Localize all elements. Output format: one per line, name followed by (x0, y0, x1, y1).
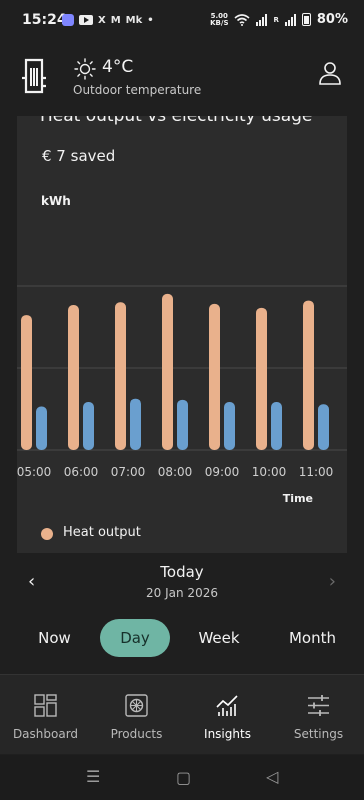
bar-series-1-10:00[interactable] (271, 402, 282, 450)
nav-label-dashboard: Dashboard (12, 727, 79, 741)
x-tick-label: 07:00 (110, 465, 146, 479)
more-notifications-dot: • (147, 14, 154, 26)
savings-text: € 7 saved (42, 147, 116, 165)
battery-icon (301, 13, 311, 26)
x-axis-label: Time (282, 492, 313, 505)
bottom-navigation: Dashboard Products Insights Settings (0, 674, 364, 754)
network-speed: 5.00 KB/S (210, 11, 229, 27)
bar-series-1-07:00[interactable] (130, 398, 141, 450)
date-title: Today (160, 563, 204, 581)
nav-insights[interactable]: Insights (182, 675, 273, 755)
signal-icon-1 (256, 13, 268, 26)
status-bar: 15:24 X M Mk • 5.00 KB/S R 80% (0, 0, 364, 42)
bar-series-1-08:00[interactable] (177, 399, 188, 450)
app-notification-icon (62, 14, 74, 26)
bar-series-1-09:00[interactable] (224, 402, 235, 450)
x-tick-label: 10:00 (251, 465, 287, 479)
legend-swatch-heat-output (41, 528, 53, 540)
bar-series-0-09:00[interactable] (209, 303, 220, 450)
system-navigation: ☰ ▢ ◁ (0, 755, 364, 800)
home-icon[interactable]: ▢ (176, 768, 191, 787)
range-tab-day[interactable]: Day (100, 619, 170, 657)
recent-apps-icon[interactable]: ☰ (86, 767, 100, 786)
heat-pump-logo[interactable] (20, 56, 48, 96)
bar-series-0-05:00[interactable] (21, 315, 32, 450)
mk-app-icon: Mk (125, 14, 143, 26)
status-time: 15:24 (22, 12, 67, 28)
nav-label-insights: Insights (204, 727, 251, 741)
outdoor-temperature-value: 4°C (102, 57, 134, 77)
wifi-icon (234, 13, 251, 26)
profile-icon[interactable] (318, 60, 342, 86)
bar-series-0-11:00[interactable] (303, 300, 314, 450)
insights-icon (216, 695, 238, 716)
bar-series-0-06:00[interactable] (68, 305, 79, 450)
bar-series-0-07:00[interactable] (115, 302, 126, 450)
bar-series-0-08:00[interactable] (162, 293, 173, 450)
range-tab-week[interactable]: Week (180, 619, 258, 657)
chart-card: Heat output vs electricity usage € 7 sav… (17, 116, 347, 556)
range-tab-now[interactable]: Now (17, 619, 92, 657)
bar-series-1-05:00[interactable] (36, 406, 47, 450)
sun-icon (74, 58, 96, 80)
youtube-icon (79, 15, 93, 25)
signal-icon-2 (284, 13, 296, 26)
y-axis-unit: kWh (41, 194, 71, 208)
legend-label-heat-output: Heat output (63, 525, 141, 540)
nav-products[interactable]: Products (91, 675, 182, 755)
x-tick-label: 06:00 (63, 465, 99, 479)
date-subtitle: 20 Jan 2026 (146, 586, 218, 600)
settings-icon (308, 695, 329, 716)
back-icon[interactable]: ◁ (266, 767, 278, 786)
status-indicators: 5.00 KB/S R 80% (210, 12, 348, 27)
app-header: 4°C Outdoor temperature (0, 46, 364, 116)
x-app-icon: X (98, 14, 106, 26)
range-tab-month[interactable]: Month (270, 619, 355, 657)
nav-label-settings: Settings (293, 727, 344, 741)
nav-settings[interactable]: Settings (273, 675, 364, 755)
x-tick-label: 08:00 (157, 465, 193, 479)
next-day-icon[interactable]: › (329, 571, 336, 592)
nav-dashboard[interactable]: Dashboard (0, 675, 91, 755)
x-tick-label: 09:00 (204, 465, 240, 479)
battery-percentage: 80% (316, 12, 348, 27)
bar-series-1-06:00[interactable] (83, 402, 94, 450)
products-icon (125, 694, 148, 717)
x-tick-label: 11:00 (298, 465, 334, 479)
date-selector: ‹ Today 20 Jan 2026 › Now Day Week Month (0, 553, 364, 673)
bar-series-0-10:00[interactable] (256, 307, 267, 450)
chart-title: Heat output vs electricity usage (40, 116, 313, 126)
bar-chart (17, 285, 347, 451)
range-tabs: Now Day Week Month (0, 619, 364, 657)
x-tick-label: 05:00 (17, 465, 52, 479)
roaming-indicator: R (273, 15, 279, 24)
notification-icons: X M Mk • (62, 14, 154, 26)
outdoor-temperature-label: Outdoor temperature (73, 83, 202, 97)
gmail-icon: M (110, 14, 121, 26)
dashboard-icon (34, 694, 57, 717)
nav-label-products: Products (110, 727, 163, 741)
bar-series-1-11:00[interactable] (318, 404, 329, 450)
